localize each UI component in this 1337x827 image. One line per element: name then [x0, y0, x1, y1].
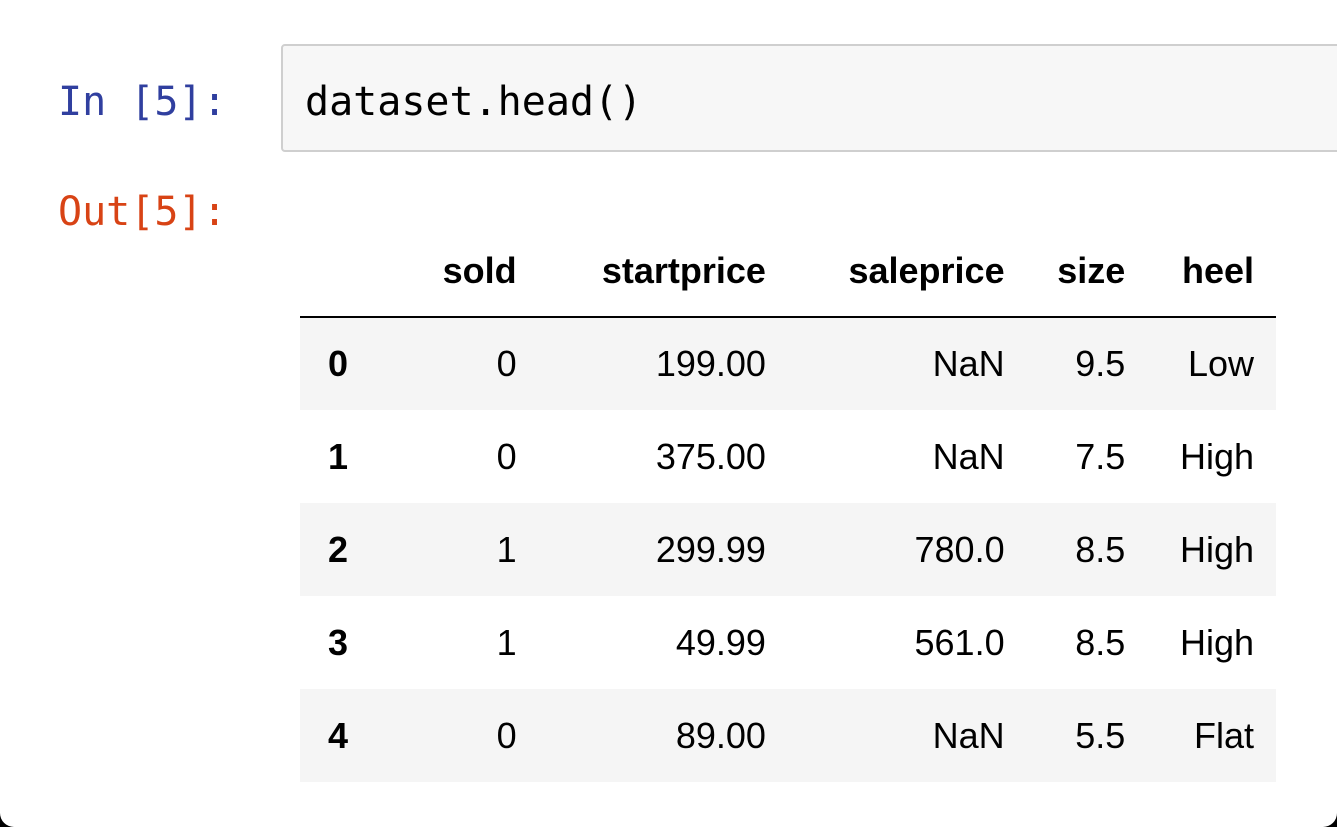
- notebook-page: In [5]: dataset.head() Out[5]: sold star…: [0, 0, 1337, 827]
- dataframe-table: sold startprice saleprice size heel 0 0 …: [300, 226, 1276, 782]
- column-header-startprice: startprice: [538, 226, 788, 318]
- cell-size: 8.5: [1075, 621, 1126, 663]
- cell-size: 9.5: [1075, 343, 1126, 384]
- cell-sold: 0: [496, 714, 517, 756]
- output-prompt: Out[5]:: [58, 189, 227, 235]
- cell-heel: High: [1179, 435, 1254, 477]
- table-row: 3 1 49.99 561.0 8.5 High: [300, 596, 1276, 689]
- cell-heel: High: [1179, 621, 1254, 663]
- row-index: 0: [328, 343, 349, 384]
- cell-sold: 1: [496, 621, 517, 663]
- column-header-heel: heel: [1147, 226, 1276, 318]
- cell-startprice: 89.00: [675, 714, 766, 756]
- table-row: 4 0 89.00 NaN 5.5 Flat: [300, 689, 1276, 782]
- cell-size: 5.5: [1075, 714, 1126, 756]
- cell-saleprice: NaN: [932, 714, 1005, 756]
- index-header: [300, 226, 410, 318]
- column-header-saleprice: saleprice: [787, 226, 1027, 318]
- cell-sold: 0: [496, 435, 517, 477]
- row-index: 3: [328, 621, 349, 663]
- cell-startprice: 375.00: [655, 435, 766, 477]
- cell-top-edge: [0, 0, 280, 4]
- row-index: 4: [328, 714, 349, 756]
- column-header-size: size: [1026, 226, 1148, 318]
- cell-saleprice: NaN: [932, 435, 1005, 477]
- table-row: 2 1 299.99 780.0 8.5 High: [300, 503, 1276, 596]
- header-row: sold startprice saleprice size heel: [300, 226, 1276, 318]
- cell-startprice: 199.00: [655, 343, 766, 384]
- table-row: 0 0 199.00 NaN 9.5 Low: [300, 317, 1276, 410]
- cell-sold: 0: [496, 343, 517, 384]
- table-row: 1 0 375.00 NaN 7.5 High: [300, 410, 1276, 503]
- code-text[interactable]: dataset.head(): [305, 78, 642, 126]
- cell-startprice: 299.99: [655, 528, 766, 570]
- input-prompt: In [5]:: [58, 79, 227, 125]
- code-input-area[interactable]: dataset.head(): [281, 44, 1337, 152]
- row-index: 1: [328, 435, 349, 477]
- column-header-sold: sold: [410, 226, 539, 318]
- cell-saleprice: 780.0: [914, 528, 1005, 570]
- cell-sold: 1: [496, 528, 517, 570]
- cell-size: 8.5: [1075, 528, 1126, 570]
- cell-saleprice: NaN: [932, 343, 1005, 384]
- cell-saleprice: 561.0: [914, 621, 1005, 663]
- cell-size: 7.5: [1075, 435, 1126, 477]
- cell-heel: High: [1179, 528, 1254, 570]
- cell-heel: Low: [1187, 343, 1254, 384]
- cell-heel: Flat: [1193, 714, 1254, 756]
- row-index: 2: [328, 528, 349, 570]
- cell-startprice: 49.99: [675, 621, 766, 663]
